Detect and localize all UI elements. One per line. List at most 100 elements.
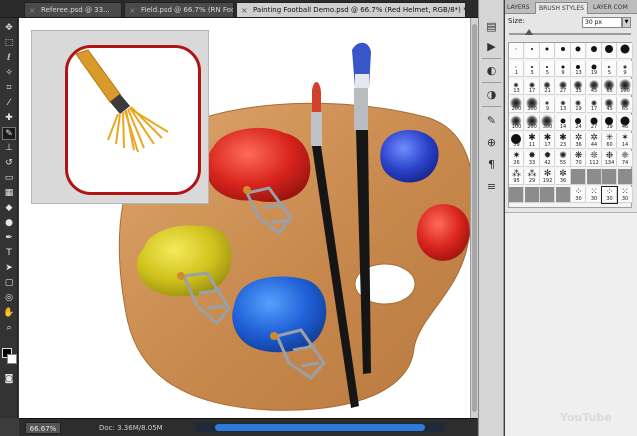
brush-preset[interactable]: 5 bbox=[540, 61, 555, 77]
brush-preset[interactable] bbox=[617, 169, 633, 185]
brush-preset[interactable] bbox=[509, 43, 524, 59]
path-selection-tool-icon[interactable]: ➤ bbox=[2, 262, 16, 275]
brush-preset[interactable]: ✸ 33 bbox=[524, 151, 540, 167]
brush-preset[interactable]: 13 bbox=[509, 79, 524, 95]
zoom-level-field[interactable]: 66.67% bbox=[25, 422, 61, 434]
brush-preset[interactable]: ✱ 11 bbox=[524, 133, 540, 149]
tab-layers[interactable]: LAYERS bbox=[507, 2, 530, 14]
brush-preset[interactable]: 1 bbox=[509, 61, 524, 77]
tab-brush-styles[interactable]: BRUSH STYLES bbox=[535, 2, 588, 14]
dodge-tool-icon[interactable]: ● bbox=[2, 217, 16, 230]
close-icon[interactable]: × bbox=[129, 3, 136, 17]
brushes-panel-icon[interactable]: ✎ bbox=[483, 112, 500, 129]
canvas-horizontal-scrollbar[interactable] bbox=[195, 423, 445, 432]
brush-preset[interactable]: 24 bbox=[571, 115, 586, 131]
brush-preset[interactable]: ❊ 112 bbox=[586, 151, 602, 167]
brush-preset[interactable] bbox=[540, 43, 555, 59]
brush-tool-icon[interactable]: ✎ bbox=[2, 127, 16, 140]
brush-preset[interactable]: 300 bbox=[540, 115, 555, 131]
eraser-tool-icon[interactable]: ▭ bbox=[2, 172, 16, 185]
canvas-vertical-scrollbar[interactable] bbox=[470, 18, 478, 418]
brush-preset[interactable] bbox=[602, 43, 617, 59]
brush-preset[interactable]: ❋ 70 bbox=[571, 151, 586, 167]
brush-preset[interactable]: 65 bbox=[602, 79, 617, 95]
brush-preset[interactable] bbox=[540, 187, 555, 203]
brush-preset[interactable]: 300 bbox=[524, 97, 540, 113]
brush-preset[interactable]: 100 bbox=[617, 79, 633, 95]
brush-preset[interactable]: 21 bbox=[540, 79, 555, 95]
lasso-tool-icon[interactable]: ℓ bbox=[2, 52, 16, 65]
close-icon[interactable]: × bbox=[29, 3, 36, 17]
brush-preset[interactable]: 65 bbox=[617, 97, 633, 113]
brush-preset[interactable]: ✶ 14 bbox=[617, 133, 633, 149]
tab-painting-football-demo[interactable]: × Painting Football Demo.psd @ 66.7% (Re… bbox=[236, 2, 466, 17]
background-color-swatch[interactable] bbox=[7, 354, 17, 364]
brush-preset[interactable]: ✳ 60 bbox=[602, 133, 617, 149]
brush-preset[interactable]: ✱ 23 bbox=[555, 133, 571, 149]
brush-preset[interactable] bbox=[555, 187, 571, 203]
brush-preset[interactable]: 17 bbox=[524, 79, 540, 95]
brush-preset[interactable]: 14 bbox=[555, 115, 571, 131]
brush-preset[interactable]: ✼ 36 bbox=[555, 169, 571, 185]
brush-preset[interactable]: 19 bbox=[571, 97, 586, 113]
clone-source-panel-icon[interactable]: ⊕ bbox=[483, 134, 500, 151]
brush-preset[interactable]: 9 bbox=[540, 97, 555, 113]
brush-preset[interactable] bbox=[509, 187, 524, 203]
tab-referee[interactable]: × Referee.psd @ 33... bbox=[24, 2, 122, 17]
paragraph-panel-icon[interactable]: ≡ bbox=[483, 178, 500, 195]
healing-tool-icon[interactable]: ✚ bbox=[2, 112, 16, 125]
brush-preset[interactable]: ✹ 42 bbox=[540, 151, 555, 167]
size-slider-knob[interactable] bbox=[525, 29, 533, 35]
brush-preset[interactable]: ✺ 55 bbox=[555, 151, 571, 167]
actions-panel-icon[interactable]: ▶ bbox=[483, 38, 500, 55]
document-canvas[interactable] bbox=[19, 18, 477, 418]
history-panel-icon[interactable]: ▤ bbox=[483, 18, 500, 35]
brush-preset[interactable]: 9 bbox=[617, 61, 633, 77]
brush-preset[interactable]: 59 bbox=[509, 133, 524, 149]
color-panel-icon[interactable]: ◐ bbox=[483, 62, 500, 79]
size-input[interactable]: 30 px bbox=[582, 17, 622, 28]
brush-preset[interactable]: ⁙ 30 bbox=[586, 187, 602, 203]
scrollbar-thumb[interactable] bbox=[215, 424, 425, 431]
brush-preset[interactable] bbox=[524, 43, 540, 59]
brush-preset[interactable] bbox=[602, 169, 617, 185]
magic-wand-tool-icon[interactable]: ✧ bbox=[2, 67, 16, 80]
zoom-tool-icon[interactable]: ⌕ bbox=[2, 322, 16, 335]
brush-preset[interactable]: ⁂ 95 bbox=[509, 169, 524, 185]
brush-preset[interactable]: 13 bbox=[555, 97, 571, 113]
brush-preset[interactable]: ⁘ 30 bbox=[601, 186, 618, 204]
pen-tool-icon[interactable]: ✒ bbox=[2, 232, 16, 245]
scrollbar-thumb[interactable] bbox=[472, 24, 477, 412]
brush-preset[interactable] bbox=[571, 169, 586, 185]
brush-preset[interactable]: 39 bbox=[602, 115, 617, 131]
brush-preset[interactable]: 45 bbox=[602, 97, 617, 113]
brush-preset[interactable]: 200 bbox=[509, 97, 524, 113]
brush-preset[interactable]: 46 bbox=[617, 115, 633, 131]
brush-preset[interactable]: ✻ 192 bbox=[540, 169, 555, 185]
brush-preset[interactable]: ❈ 74 bbox=[617, 151, 633, 167]
gradient-tool-icon[interactable]: ▦ bbox=[2, 187, 16, 200]
brush-preset[interactable]: ⁘ 30 bbox=[571, 187, 586, 203]
brush-preset[interactable]: 27 bbox=[555, 79, 571, 95]
history-brush-tool-icon[interactable]: ↺ bbox=[2, 157, 16, 170]
brush-preset[interactable]: 100 bbox=[509, 115, 524, 131]
quick-mask-icon[interactable]: ◙ bbox=[2, 373, 16, 386]
brush-preset[interactable]: 9 bbox=[555, 61, 571, 77]
character-panel-icon[interactable]: ¶ bbox=[483, 156, 500, 173]
brush-preset[interactable]: 200 bbox=[524, 115, 540, 131]
brush-preset[interactable]: 35 bbox=[571, 79, 586, 95]
blur-tool-icon[interactable]: ◆ bbox=[2, 202, 16, 215]
brush-preset[interactable]: ✷ 26 bbox=[509, 151, 524, 167]
brush-preset[interactable]: 5 bbox=[602, 61, 617, 77]
brush-preset[interactable]: 13 bbox=[571, 61, 586, 77]
move-tool-icon[interactable]: ✥ bbox=[2, 22, 16, 35]
brush-preset[interactable]: 3 bbox=[524, 61, 540, 77]
clone-stamp-tool-icon[interactable]: ⊥ bbox=[2, 142, 16, 155]
document-size-info[interactable]: Doc: 3.36M/8.05M bbox=[99, 422, 163, 434]
brush-preset[interactable]: ❉ 134 bbox=[602, 151, 617, 167]
type-tool-icon[interactable]: T bbox=[2, 247, 16, 260]
brush-preset[interactable]: 19 bbox=[586, 61, 602, 77]
eyedropper-tool-icon[interactable]: ⁄ bbox=[2, 97, 16, 110]
brush-preset[interactable] bbox=[617, 43, 633, 59]
3d-rotate-tool-icon[interactable]: ◎ bbox=[2, 292, 16, 305]
